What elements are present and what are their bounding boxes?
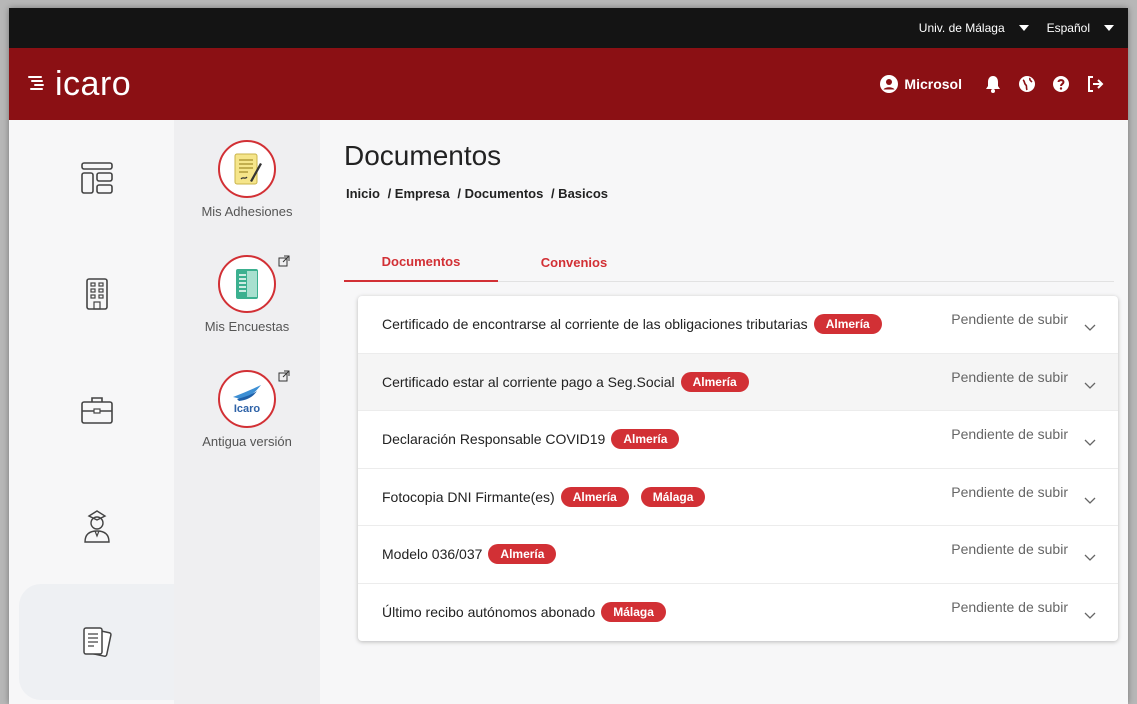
rail-item-students[interactable] [19,468,174,584]
list-item[interactable]: Certificado de encontrarse al corriente … [358,296,1118,354]
list-item[interactable]: Modelo 036/037 Almería Pendiente de subi… [358,526,1118,584]
rail-item-dashboard[interactable] [19,120,174,236]
building-icon [85,278,108,310]
user-menu[interactable]: Microsol [880,75,962,93]
tab-bar: Documentos Convenios [344,242,1114,282]
external-link-icon [278,255,290,267]
chevron-down-icon[interactable] [1084,324,1096,332]
status-text: Pendiente de subir [951,598,1068,615]
document-title: Modelo 036/037 [382,546,483,563]
rail-item-jobs[interactable] [19,352,174,468]
signed-document-icon [234,153,262,185]
location-badge: Almería [488,544,557,565]
documents-icon [82,627,112,657]
list-item[interactable]: Declaración Responsable COVID19 Almería … [358,411,1118,469]
chevron-down-icon[interactable] [1084,439,1096,447]
document-title: Certificado de encontrarse al corriente … [382,316,808,333]
status-text: Pendiente de subir [951,368,1068,385]
sub-nav: Mis Adhesiones Mis Encuestas Icaro Antig… [174,120,320,704]
survey-icon [236,269,258,299]
language-label: Español [1046,21,1090,35]
notifications-button[interactable] [976,75,1010,93]
breadcrumb-item: / Basicos [550,186,609,201]
top-bar: Univ. de Málaga Español [9,8,1128,48]
chevron-down-icon[interactable] [1084,612,1096,620]
icaro-badge-label: Icaro [233,403,261,415]
external-link-icon [278,370,290,382]
status-text: Pendiente de subir [951,541,1068,557]
location-badge: Málaga [640,486,706,507]
list-item[interactable]: Fotocopia DNI Firmante(es) Almería Málag… [358,469,1118,526]
location-badge: Almería [813,314,882,335]
status-text: Pendiente de subir [951,426,1068,442]
breadcrumb-item[interactable]: / Documentos [457,186,543,201]
app-window: Univ. de Málaga Español icaro Microsol M… [9,8,1128,704]
chevron-down-icon[interactable] [1084,382,1096,390]
subnav-label: Antigua versión [202,434,292,449]
bell-icon [986,76,1000,93]
subnav-item-encuestas[interactable]: Mis Encuestas [174,255,320,334]
breadcrumb-item[interactable]: Inicio [346,186,380,201]
page-title: Documentos [344,140,502,171]
document-title: Certificado estar al corriente pago a Se… [382,373,675,390]
university-selector[interactable]: Univ. de Málaga [919,21,1029,35]
location-badge: Almería [680,371,749,392]
logout-button[interactable] [1078,75,1112,93]
subnav-item-antigua-version[interactable]: Icaro Antigua versión [174,370,320,449]
language-selector[interactable]: Español [1047,21,1114,35]
adhesiones-badge [218,140,276,198]
question-circle-icon [1053,76,1069,92]
tab-documentos[interactable]: Documentos [344,242,498,282]
user-name: Microsol [904,76,962,92]
logo-text: icaro [55,64,132,103]
document-title: Último recibo autónomos abonado [382,604,596,621]
location-badge: Almería [611,429,680,450]
university-label: Univ. de Málaga [918,21,1005,35]
document-title: Declaración Responsable COVID19 [382,431,606,448]
brand-bar: icaro Microsol [9,48,1128,120]
encuestas-badge [218,255,290,313]
chevron-down-icon[interactable] [1084,554,1096,562]
main-content: Documentos Inicio / Empresa / Documentos… [320,120,1128,704]
student-icon [83,510,110,543]
caret-down-icon [1018,25,1029,31]
location-badge: Almería [560,486,629,507]
layout-icon [80,162,113,194]
breadcrumb: Inicio / Empresa / Documentos / Basicos [346,186,612,201]
logo-wing-icon [28,76,44,90]
caret-down-icon [1104,25,1114,31]
status-text: Pendiente de subir [951,311,1068,327]
breadcrumb-item[interactable]: / Empresa [388,186,450,201]
rail-item-documents[interactable] [19,584,174,700]
status-text: Pendiente de subir [951,483,1068,500]
logo[interactable]: icaro [27,65,131,104]
globe-icon [1019,76,1035,92]
subnav-label: Mis Encuestas [204,319,290,334]
globe-button[interactable] [1010,75,1044,93]
user-circle-icon [880,75,899,93]
subnav-label: Mis Adhesiones [201,204,293,219]
location-badge: Málaga [601,602,666,623]
help-button[interactable] [1044,75,1078,93]
document-title: Fotocopia DNI Firmante(es) [382,488,555,505]
icon-rail [9,120,174,704]
rail-item-company[interactable] [19,236,174,352]
logout-icon [1088,76,1104,92]
list-item[interactable]: Certificado estar al corriente pago a Se… [358,353,1118,411]
tab-convenios[interactable]: Convenios [514,242,634,282]
chevron-down-icon[interactable] [1084,497,1096,505]
documents-list: Certificado de encontrarse al corriente … [358,296,1118,641]
briefcase-icon [80,397,113,424]
icaro-badge: Icaro [218,370,290,428]
list-item[interactable]: Último recibo autónomos abonado Málaga P… [358,584,1118,642]
subnav-item-adhesiones[interactable]: Mis Adhesiones [174,140,320,219]
